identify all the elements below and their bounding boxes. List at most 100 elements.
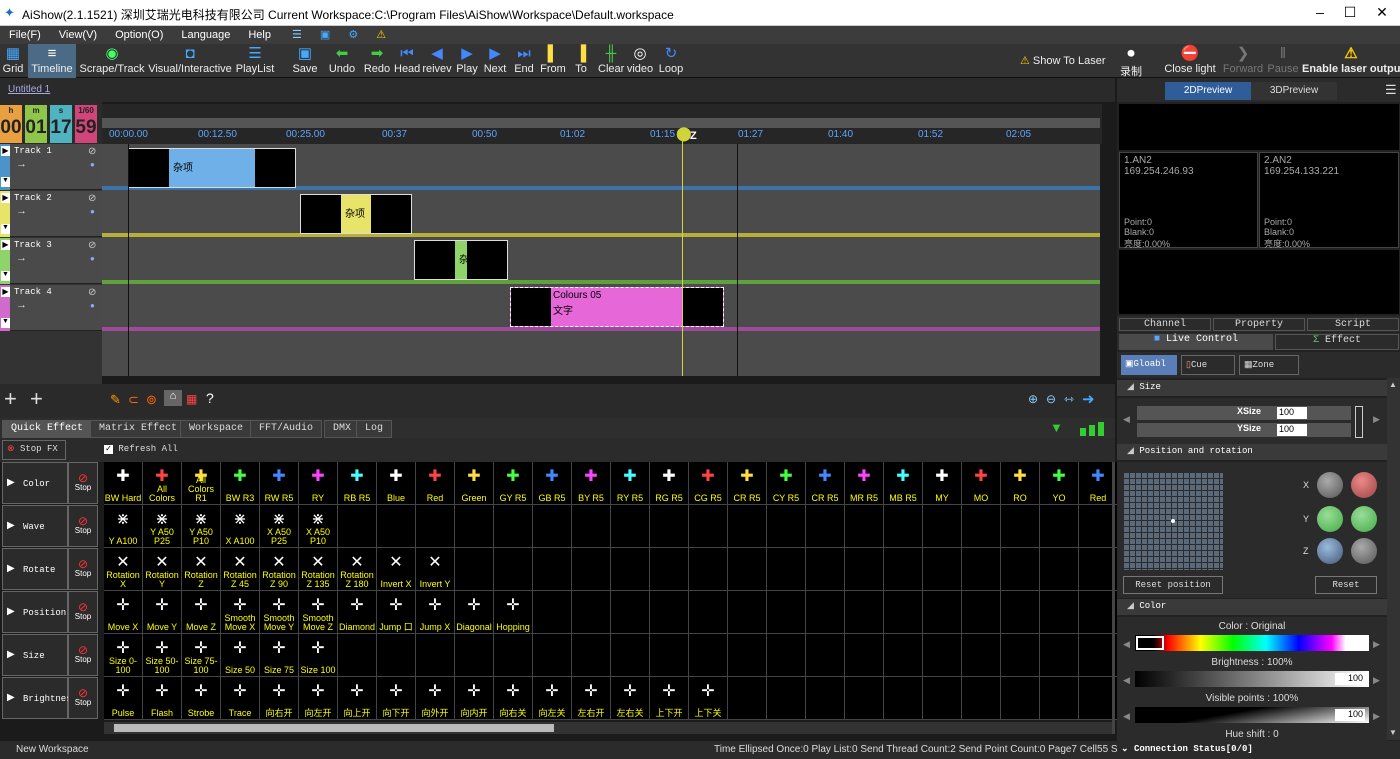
effect-cell[interactable] [1040, 677, 1079, 720]
effect-cell[interactable] [728, 591, 767, 634]
effect-cell[interactable]: ✛ 向右关 [494, 677, 533, 720]
effect-row-stop-button[interactable]: ⊘ Stop [68, 462, 98, 504]
effect-cell[interactable]: ✚ MB R5 [884, 462, 923, 505]
reset-position-button[interactable]: Reset position [1123, 576, 1223, 594]
effect-cell[interactable]: ⋇ X A50 P25 [260, 505, 299, 548]
effect-cell[interactable]: ✚ BY R5 [572, 462, 611, 505]
effect-cell[interactable]: ✛ Flash [143, 677, 182, 720]
track-expand-icon[interactable]: ▶ [1, 287, 10, 297]
effect-cell[interactable]: ✛ Jump X [416, 591, 455, 634]
effect-cell[interactable]: ✕ Rotation Z 90 [260, 548, 299, 591]
clip-track-3[interactable]: 杂 [414, 240, 508, 280]
effect-row-stop-button[interactable]: ⊘ Stop [68, 591, 98, 633]
effect-cell[interactable] [1040, 634, 1079, 677]
effect-cell[interactable] [611, 591, 650, 634]
toolbar-visual-interactive-button[interactable]: ◘ Visual/Interactive [148, 44, 232, 78]
effect-cell[interactable] [455, 634, 494, 677]
brightness-right-icon[interactable]: ▶ [1373, 675, 1380, 686]
reset-button[interactable]: Reset [1315, 576, 1377, 594]
effect-cell[interactable] [338, 505, 377, 548]
color-right-icon[interactable]: ▶ [1373, 639, 1380, 650]
clip-track-1[interactable]: 杂项 [128, 148, 296, 188]
effect-cell[interactable]: ✚ RY R5 [611, 462, 650, 505]
document-tab[interactable]: Untitled 1 [8, 84, 50, 95]
effect-row-stop-button[interactable]: ⊘ Stop [68, 548, 98, 590]
toolbar-scrape-track-button[interactable]: ◉ Scrape/Track [78, 44, 146, 78]
track-collapse-icon[interactable]: ▼ [1, 271, 10, 281]
xsize-input[interactable]: 100 [1277, 407, 1307, 419]
effect-cell[interactable] [845, 548, 884, 591]
effect-cell[interactable]: ✛ Move X [104, 591, 143, 634]
effect-cell[interactable] [338, 634, 377, 677]
toolbar-clear-button[interactable]: ╫ Clear [598, 44, 624, 78]
section-position[interactable]: ◢ Position and rotation [1117, 444, 1387, 460]
effect-cell[interactable] [533, 548, 572, 591]
device-card-1[interactable]: 1.AN2 169.254.246.93 Point:0 Blank:0 亮度:… [1119, 152, 1258, 249]
effect-cell[interactable] [884, 634, 923, 677]
effect-cell[interactable]: ✚ Red [416, 462, 455, 505]
effect-cell[interactable] [689, 591, 728, 634]
effect-cell[interactable] [728, 548, 767, 591]
toolbar-reivev-button[interactable]: ◀ reivev [422, 44, 452, 78]
tab-property[interactable]: Property [1213, 318, 1305, 331]
effect-cell[interactable] [1001, 548, 1040, 591]
toolbar-redo-button[interactable]: ➡ Redo [362, 44, 392, 78]
effect-cell[interactable] [845, 505, 884, 548]
color-gradient[interactable] [1135, 635, 1369, 651]
effect-cell[interactable]: ✛ Size 75 [260, 634, 299, 677]
toolbar-from-button[interactable]: ▌ From [540, 44, 566, 78]
track-expand-icon[interactable]: ▶ [1, 193, 10, 203]
toolbar-undo-button[interactable]: ⬅ Undo [326, 44, 358, 78]
right-vscroll[interactable]: ▲ ▼ [1387, 378, 1400, 740]
visible-slider[interactable]: 100 [1135, 707, 1369, 723]
section-size[interactable]: ◢ Size [1117, 380, 1387, 396]
effect-cell[interactable] [884, 548, 923, 591]
minimize-button[interactable]: – [1310, 4, 1330, 22]
collapse-icon[interactable]: ▼ [1050, 420, 1063, 435]
effect-cell[interactable] [728, 505, 767, 548]
tab-matrix-effect[interactable]: Matrix Effect [90, 420, 187, 438]
effect-cell[interactable] [611, 548, 650, 591]
effect-cell[interactable]: ✚ Blue [377, 462, 416, 505]
menu-help[interactable]: Help [239, 27, 280, 43]
effect-cell[interactable] [923, 505, 962, 548]
tab-workspace[interactable]: Workspace [180, 420, 253, 438]
effect-cell[interactable]: ✚ MR R5 [845, 462, 884, 505]
add-track-icon[interactable]: + [4, 386, 17, 412]
effect-cell[interactable]: ✕ Rotation Z 45 [221, 548, 260, 591]
effect-cell[interactable]: ✛ 上下开 [650, 677, 689, 720]
position-z-dial[interactable] [1317, 538, 1343, 564]
effect-cell[interactable]: ✚ GB R5 [533, 462, 572, 505]
effect-row-brightness[interactable]: ▶ Brightness [2, 677, 77, 719]
timeline-ruler[interactable]: 00:00.00 00:12.50 00:25.00 00:37 00:50 01:02 0… [102, 104, 1102, 144]
effect-cell[interactable] [416, 505, 455, 548]
effect-cell[interactable] [845, 677, 884, 720]
effect-cell[interactable] [650, 505, 689, 548]
track-header-1[interactable]: ▶ ▼ Track 1 → ⊘ ● [0, 144, 102, 190]
effect-cell[interactable] [494, 505, 533, 548]
effect-cell[interactable]: ✕ Rotation X [104, 548, 143, 591]
fit-icon[interactable]: ⇿ [1064, 392, 1074, 406]
tab-live-control[interactable]: ■ Live Control [1119, 334, 1273, 350]
effect-cell[interactable] [962, 548, 1001, 591]
effect-cell[interactable]: ✚ Green [455, 462, 494, 505]
tab-effect[interactable]: Σ Effect [1275, 334, 1399, 350]
track-expand-icon[interactable]: ▶ [1, 240, 10, 250]
effect-cell[interactable]: ✛ Size 50 [221, 634, 260, 677]
effect-cell[interactable]: ✕ Rotation Z [182, 548, 221, 591]
effect-cell[interactable]: ✛ Strobe [182, 677, 221, 720]
effect-cell[interactable] [884, 505, 923, 548]
effect-cell[interactable] [806, 505, 845, 548]
effect-cell[interactable] [650, 548, 689, 591]
tab-channel[interactable]: Channel [1119, 318, 1211, 331]
effect-cell[interactable] [1001, 505, 1040, 548]
effect-cell[interactable] [923, 548, 962, 591]
toolbar-to-button[interactable]: ▐ To [568, 44, 594, 78]
effect-cell[interactable] [533, 591, 572, 634]
effect-row-stop-button[interactable]: ⊘ Stop [68, 505, 98, 547]
effect-cell[interactable] [806, 677, 845, 720]
effect-cell[interactable]: ✛ 左右开 [572, 677, 611, 720]
effect-cell[interactable]: ✚ RO [1001, 462, 1040, 505]
rotation-y-dial[interactable] [1351, 506, 1377, 532]
menu-icon-warning[interactable]: ⚠ [367, 26, 395, 43]
